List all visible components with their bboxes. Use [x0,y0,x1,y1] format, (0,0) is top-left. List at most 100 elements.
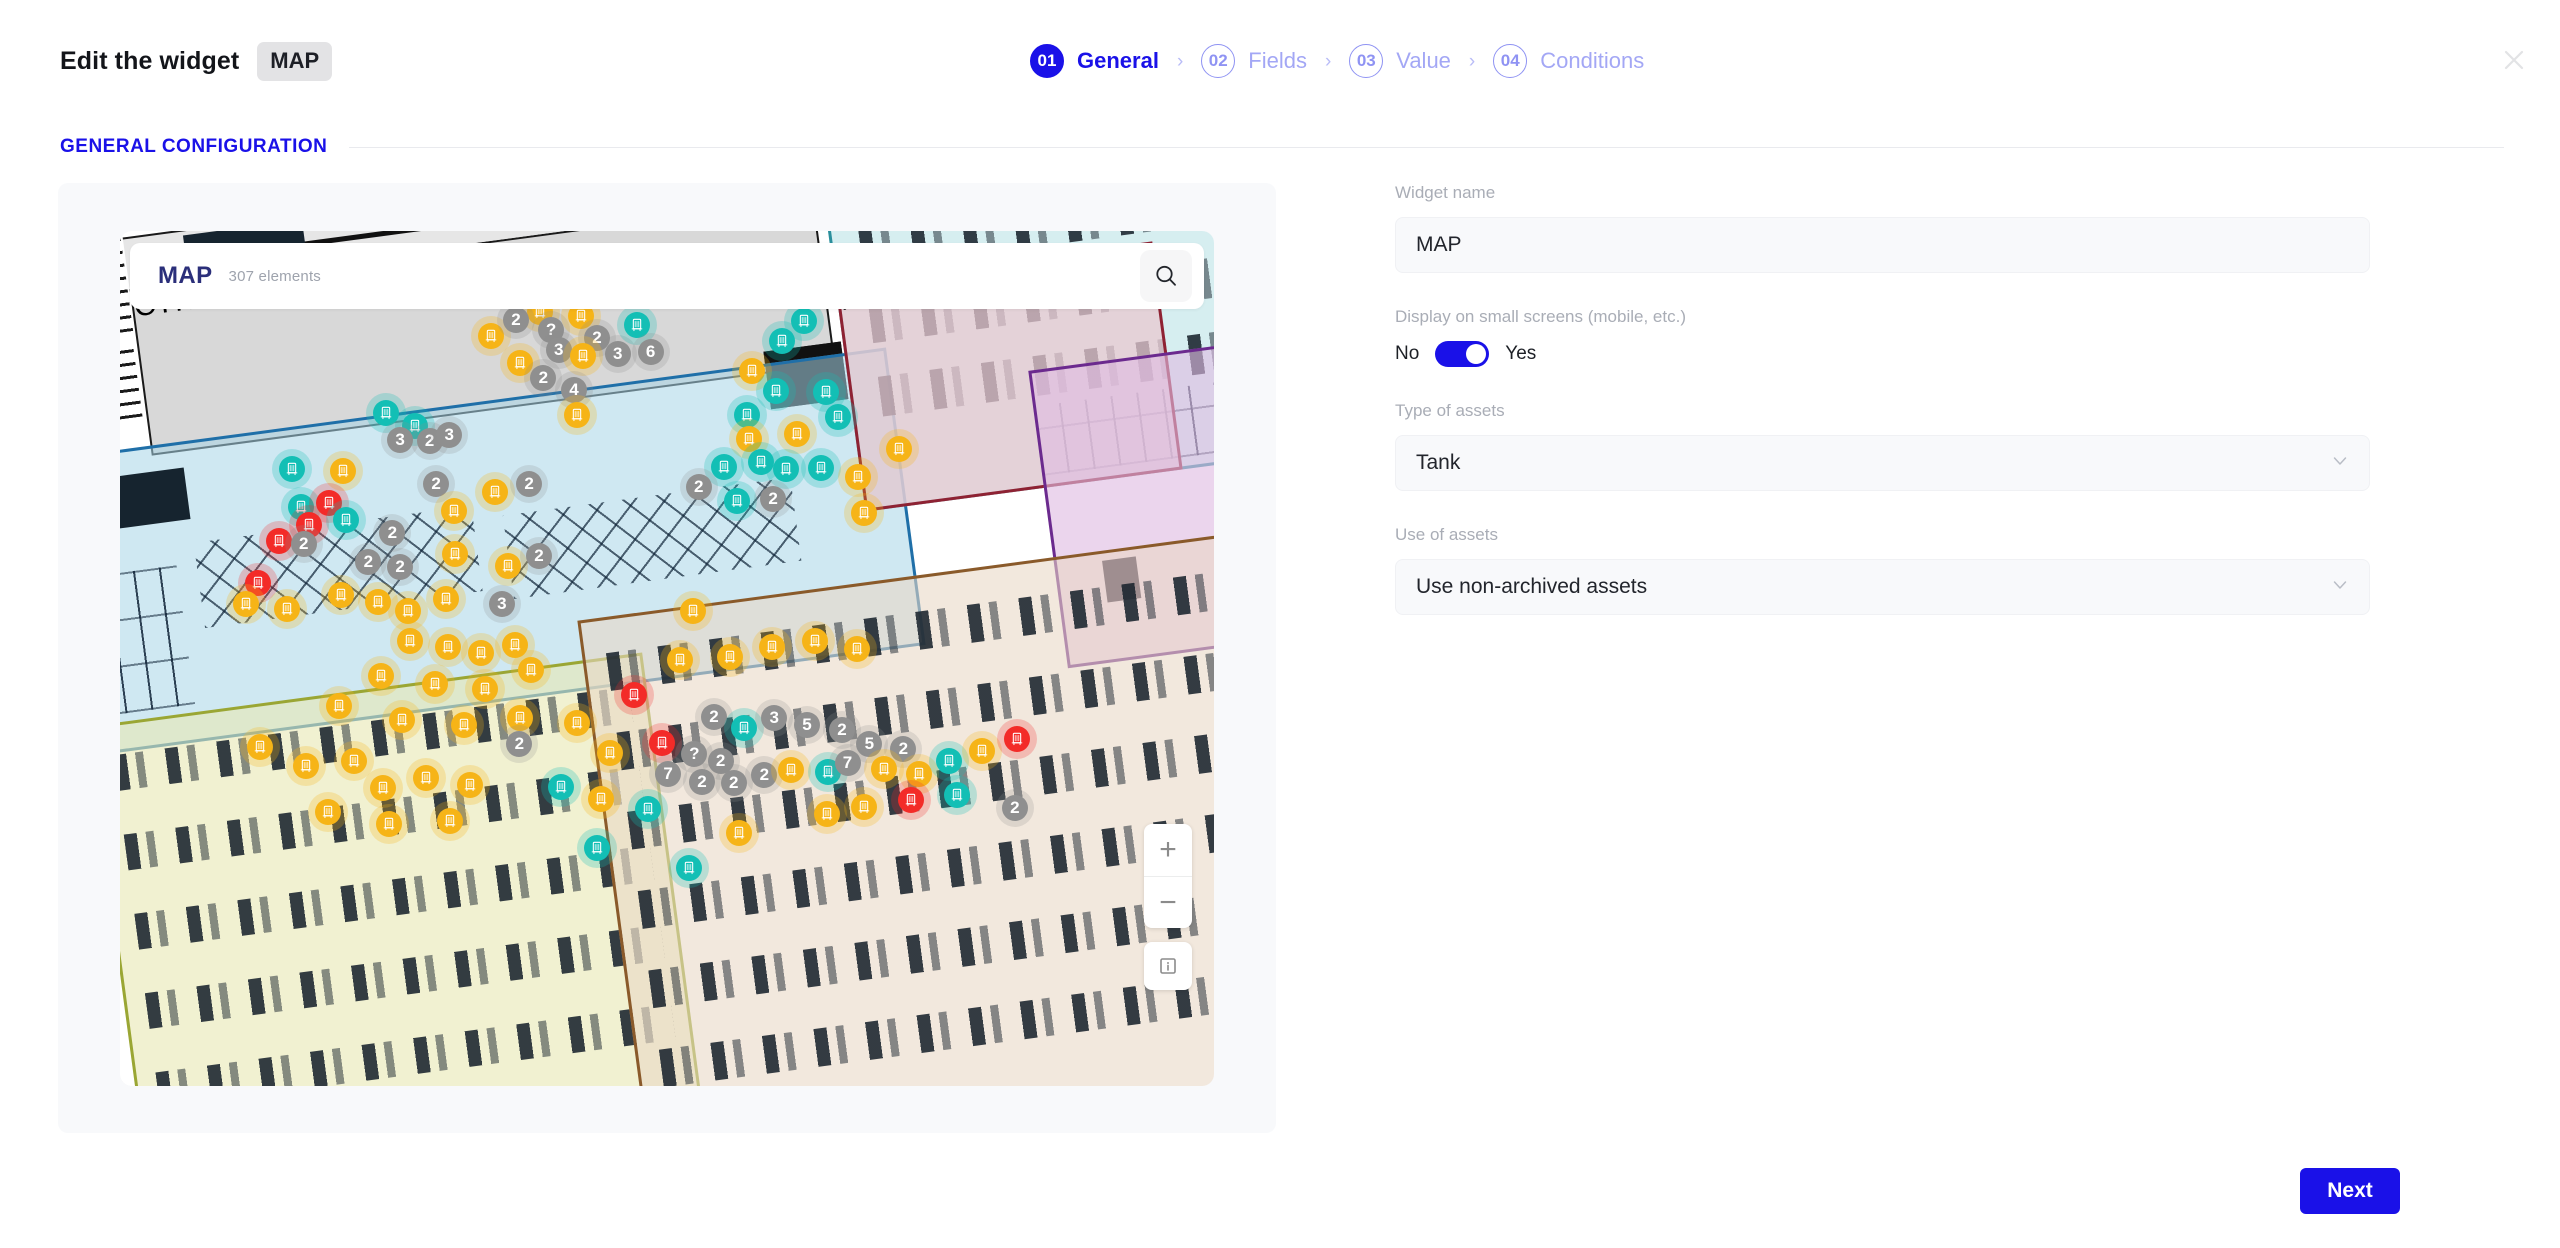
map-cluster-marker[interactable]: 2 [500,725,539,763]
map-asset-marker[interactable] [997,718,1038,759]
map-asset-marker[interactable] [225,583,266,624]
search-icon[interactable] [1140,250,1192,302]
zoom-out-button[interactable]: − [1144,876,1192,928]
small-screens-toggle[interactable] [1435,341,1490,367]
map-asset-marker[interactable] [450,765,491,806]
map-asset-marker[interactable] [389,621,430,662]
map-asset-marker[interactable] [267,588,308,629]
map-cluster-marker[interactable]: 2 [683,762,721,801]
map-cluster-marker[interactable]: 2 [524,359,563,398]
map-asset-marker[interactable] [838,457,879,498]
map-cluster-marker[interactable]: 5 [788,706,827,745]
map-cluster-marker[interactable]: 7 [828,743,867,782]
map-cluster-marker[interactable]: 2 [714,764,753,803]
map-cluster-marker[interactable]: 3 [430,416,469,455]
map-asset-marker[interactable] [433,491,474,532]
widget-name-input[interactable] [1395,217,2370,273]
map-asset-marker[interactable] [406,758,447,799]
map-asset-marker[interactable] [717,481,758,522]
map-asset-marker[interactable] [576,828,617,869]
map-cluster-marker[interactable]: 7 [649,754,688,793]
map-asset-marker[interactable] [362,768,403,809]
map-asset-marker[interactable] [843,493,884,534]
map-cluster-marker[interactable]: 2 [520,536,558,575]
map-asset-marker[interactable] [962,730,1003,771]
map-asset-marker[interactable] [801,447,842,488]
map-cluster-marker[interactable]: 2 [510,465,549,504]
map-asset-marker[interactable] [430,800,471,841]
map-asset-marker[interactable] [817,397,858,438]
map-asset-marker[interactable] [323,451,364,492]
map-cluster-marker[interactable]: 3 [755,699,794,738]
map-cluster-marker[interactable]: 2 [349,542,388,581]
map-asset-marker[interactable] [628,788,669,829]
map-cluster-marker[interactable]: 2 [284,524,323,563]
map-asset-marker[interactable] [766,448,807,489]
map-asset-marker[interactable] [387,590,428,631]
map-asset-marker[interactable] [320,575,361,616]
step-value[interactable]: 03 Value [1349,44,1451,78]
map-cluster-marker[interactable]: 2 [679,467,718,506]
map-cluster-marker[interactable]: 3 [381,420,420,459]
map-cluster-marker[interactable]: 2 [754,480,793,519]
map-asset-marker[interactable] [590,732,631,773]
map-asset-marker[interactable] [426,578,466,619]
map-asset-marker[interactable] [929,741,970,782]
map-asset-marker[interactable] [465,669,506,710]
map-cluster-marker[interactable]: 2 [497,300,536,339]
map-asset-marker[interactable] [719,812,760,853]
map-asset-marker[interactable] [271,448,312,489]
map-asset-marker[interactable] [581,778,622,819]
map-asset-marker[interactable] [668,847,709,888]
map-asset-marker[interactable] [794,620,835,661]
map-asset-marker[interactable] [843,787,884,828]
map-asset-marker[interactable] [710,636,751,677]
info-icon[interactable] [1144,942,1192,990]
map-asset-marker[interactable] [318,686,359,727]
step-general[interactable]: 01 General [1030,44,1159,78]
map-asset-marker[interactable] [723,707,764,748]
map-asset-marker[interactable] [890,779,931,820]
zoom-in-button[interactable]: + [1144,824,1192,876]
map-cluster-marker[interactable]: 2 [995,789,1034,828]
map-asset-marker[interactable] [369,803,410,844]
map-cluster-marker[interactable]: 2 [373,513,412,552]
map-asset-marker[interactable] [837,629,878,670]
step-fields[interactable]: 02 Fields [1201,44,1307,78]
map-asset-marker[interactable] [488,546,529,587]
map-asset-marker[interactable] [614,675,655,716]
close-icon[interactable] [2492,38,2536,82]
map-asset-marker[interactable] [461,632,502,673]
map-asset-marker[interactable] [562,335,603,376]
map-asset-marker[interactable] [475,471,516,512]
map-cluster-marker[interactable]: 2 [381,548,420,586]
map-asset-marker[interactable] [240,726,281,767]
map-asset-marker[interactable] [326,499,367,540]
map-cluster-marker[interactable]: 3 [482,584,521,623]
map-asset-marker[interactable] [878,429,919,470]
map-asset-marker[interactable] [756,370,797,411]
map-asset-marker[interactable] [673,591,714,632]
map-asset-marker[interactable] [443,705,484,746]
map-asset-marker[interactable] [806,794,847,835]
use-of-assets-select[interactable]: Use non-archived assets [1395,559,2370,615]
map-asset-marker[interactable] [334,741,375,782]
map-asset-marker[interactable] [434,534,475,575]
map-cluster-marker[interactable]: 6 [631,332,670,371]
map-asset-marker[interactable] [660,640,701,681]
map-asset-marker[interactable] [936,775,977,816]
map-asset-marker[interactable] [361,656,402,697]
map-asset-marker[interactable] [511,650,552,691]
map-asset-marker[interactable] [641,723,682,764]
next-button[interactable]: Next [2300,1168,2400,1214]
map-asset-marker[interactable] [770,749,811,790]
map-asset-marker[interactable] [752,626,793,667]
map-markers-layer[interactable]: 2? 3 2 3 2 4 6 3 2 3 2 2 2 2 2 2 2 2 2 3 2 3 5 2 5 2? 2 7 2 2 2 7 2 2 [120,231,1214,1086]
map-asset-marker[interactable] [777,414,818,455]
type-of-assets-select[interactable]: Tank [1395,435,2370,491]
map-asset-marker[interactable] [307,792,348,833]
map-asset-marker[interactable] [783,300,824,341]
map-asset-marker[interactable] [285,746,326,787]
map-asset-marker[interactable] [557,394,598,435]
map-cluster-marker[interactable]: 3 [598,335,637,374]
